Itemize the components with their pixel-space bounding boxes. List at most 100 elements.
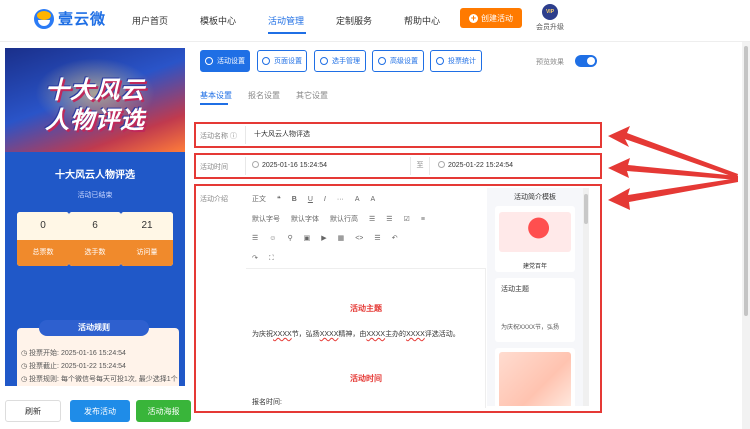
tab-contestant-management[interactable]: 选手管理 [314,50,366,72]
editor-paragraph-theme: 为庆祝XXXX节，弘扬XXXX精神，由XXXX主办的XXXX评选活动。 [252,331,460,338]
line-height-select[interactable]: 默认行高 [330,216,358,223]
divider-icon[interactable]: ☰ [374,235,380,242]
users-icon [320,57,328,65]
link-icon[interactable]: ⚲ [287,235,292,242]
template-card[interactable]: 活动主题 为庆祝XXXX节，弘扬 [495,278,575,342]
editor-heading-time: 活动时间 [350,374,382,383]
vip-upgrade-label: 会员升级 [536,24,564,31]
stat-value: 6 [69,212,121,240]
sliders-icon [378,57,386,65]
preview-effect-label: 预览效果 [536,59,564,66]
stat-contestants: 6 选手数 [69,212,121,266]
stat-label: 访问量 [121,240,173,266]
annotation-arrows [608,126,738,210]
bold-icon[interactable]: B [292,196,297,203]
stat-value: 0 [17,212,69,240]
page-scrollbar[interactable] [742,42,750,429]
stat-label: 选手数 [69,240,121,266]
end-time-input[interactable]: 2025-01-22 15:24:54 [432,157,592,175]
preview-activity-title: 十大风云人物评选 [55,170,135,181]
bg-color-icon[interactable]: A [371,196,376,203]
template-panel-scrollbar[interactable] [583,188,589,406]
table-icon[interactable]: ▦ [338,235,345,242]
italic-icon[interactable]: I [324,196,326,203]
video-icon[interactable]: ▶ [321,235,326,242]
plus-icon: + [469,12,478,23]
tab-activity-settings[interactable]: 活动设置 [200,50,250,72]
chart-icon [436,57,444,65]
nav-item-help-center[interactable]: 帮助中心 [404,14,440,27]
activity-time-label: 活动时间 [200,164,228,171]
undo-icon[interactable]: ↶ [392,235,398,242]
nav-item-home[interactable]: 用户首页 [132,14,168,27]
stat-label: 总票数 [17,240,69,266]
more-icon[interactable]: ··· [337,196,344,203]
todo-icon[interactable]: ☑ [404,216,410,223]
time-separator: 至 [410,157,430,175]
quote-icon[interactable]: ❝ [277,196,281,203]
logo-mark-icon [34,8,54,29]
editor-toolbar-row2: 默认字号 默认字体 默认行高 ☰ ☰ ☑ ≡ [252,214,436,224]
redo-icon[interactable]: ↷ [252,255,258,262]
editor-toolbar: 正文 ❝ B U I ··· A A 默认字号 默认字体 默认行高 ☰ ☰ ☑ ≡ ☰ ☺ ⚲ ▣ ▶ ▦ <> ☰ ↶ … [246,188,486,268]
subtab-signup-settings[interactable]: 报名设置 [248,90,280,101]
refresh-button[interactable]: 刷新 [5,400,61,422]
activity-poster-button[interactable]: 活动海报 [136,400,191,422]
tab-vote-statistics[interactable]: 投票统计 [430,50,482,72]
code-icon[interactable]: <> [355,235,363,242]
stat-total-votes: 0 总票数 [17,212,69,266]
template-image [499,212,571,252]
activity-name-input[interactable]: 十大风云人物评选 [245,126,597,144]
template-caption: 建党百年 [522,264,547,270]
subtab-basic-settings[interactable]: 基本设置 [200,90,232,101]
stat-visits: 21 访问量 [121,212,173,266]
editor-toolbar-row3: ☰ ☺ ⚲ ▣ ▶ ▦ <> ☰ ↶ [252,234,409,242]
template-image [499,352,571,406]
activity-intro-label: 活动介绍 [200,196,228,203]
align-icon[interactable]: ≡ [421,216,425,223]
intro-template-panel: 活动简介模板 建党百年 活动主题 为庆祝XXXX节，弘扬 [487,188,583,406]
font-size-select[interactable]: 默认字号 [252,216,280,223]
editor-paragraph-time: 报名时间: [252,399,282,406]
publish-activity-button[interactable]: 发布活动 [70,400,130,422]
banner-title-line2: 人物评选 [45,107,145,134]
rule-vote-rule: ◷ 投票规则: 每个微信号每天可投1次, 最少选择1个选手, 最多选择3个选手 [21,376,178,383]
font-color-icon[interactable]: A [355,196,360,203]
template-card[interactable] [495,348,575,406]
start-time-input[interactable]: 2025-01-16 15:24:54 [245,157,410,175]
font-family-select[interactable]: 默认字体 [291,216,319,223]
underline-icon[interactable]: U [308,196,313,203]
tab-page-settings[interactable]: 页面设置 [257,50,307,72]
activity-name-label: 活动名称 ⓘ [200,133,237,140]
template-card-title: 活动主题 [501,286,529,293]
bullet-list-icon[interactable]: ☰ [369,216,375,223]
numbered-list-icon[interactable]: ☰ [386,216,392,223]
subtab-active-underline [200,103,228,105]
vip-upgrade[interactable]: VIP 会员升级 [532,4,568,32]
logo[interactable]: 壹云微 [34,8,106,29]
stat-value: 21 [121,212,173,240]
page-icon [262,57,270,65]
rule-end-time: ◷ 投票截止: 2025-01-22 15:24:54 [21,363,126,370]
paragraph-style-select[interactable]: 正文 [252,196,266,203]
fullscreen-icon[interactable]: ⛶ [269,255,274,262]
create-activity-label: 创建活动 [481,13,513,23]
mobile-preview[interactable]: 十大风云 人物评选 十大风云人物评选 活动已结束 0 总票数 6 选手数 21 … [5,48,185,386]
template-card-text: 为庆祝XXXX节，弘扬 [501,325,560,331]
emoji-icon[interactable]: ☺ [269,235,276,242]
editor-heading-theme: 活动主题 [350,304,382,313]
editor-content[interactable]: 活动主题 为庆祝XXXX节，弘扬XXXX精神，由XXXX主办的XXXX评选活动。… [246,268,486,408]
tab-advanced-settings[interactable]: 高级设置 [372,50,424,72]
subtab-other-settings[interactable]: 其它设置 [296,90,328,101]
template-card[interactable]: 建党百年 [495,206,575,272]
nav-item-activity-management[interactable]: 活动管理 [268,14,304,27]
image-icon[interactable]: ▣ [304,235,311,242]
nav-item-templates[interactable]: 模板中心 [200,14,236,27]
preview-effect-toggle[interactable] [575,55,597,67]
create-activity-button[interactable]: + 创建活动 [460,8,522,28]
gear-icon [205,57,213,65]
nav-item-custom-service[interactable]: 定制服务 [336,14,372,27]
rule-start-time: ◷ 投票开始: 2025-01-16 15:24:54 [21,350,126,357]
indent-icon[interactable]: ☰ [252,235,258,242]
arrow-to-intro [608,178,738,210]
